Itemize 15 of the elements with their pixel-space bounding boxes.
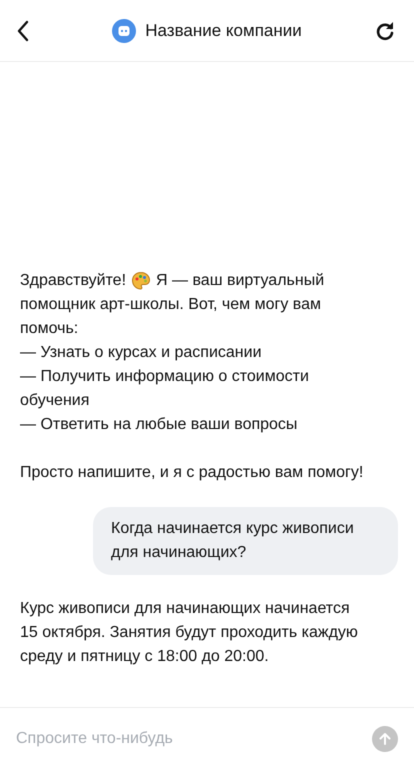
bot-message: помощник арт-школы. Вот, чем могу вам помочь: (20, 295, 322, 339)
list-item: — Узнать о курсах и расписании (20, 343, 263, 363)
list-item: — Получить информацию о стоимости обучения (20, 367, 310, 411)
company-name: Название компании (145, 20, 302, 40)
list-item: — Ответить на любые ваши вопросы (20, 415, 298, 435)
greeting-text: Здравствуйте! (20, 271, 126, 291)
bot-message: Я — ваш виртуальный (156, 271, 324, 291)
arrow-up-icon (378, 732, 392, 746)
back-icon (16, 20, 30, 42)
palette-icon (131, 271, 152, 291)
bot-message: Просто напишите, и я с радостью вам помогу! (20, 463, 364, 483)
bot-icon (112, 18, 136, 42)
user-message: Когда начинается курс живописи для начинающих? (93, 507, 398, 575)
message-input[interactable]: Спросите что-нибудь (16, 730, 362, 748)
bot-message: Курс живописи для начинающих начинается 15 октября. Занятия будут проходить каждую среду и пятницу с 18:00 до 20:00. (20, 599, 359, 667)
